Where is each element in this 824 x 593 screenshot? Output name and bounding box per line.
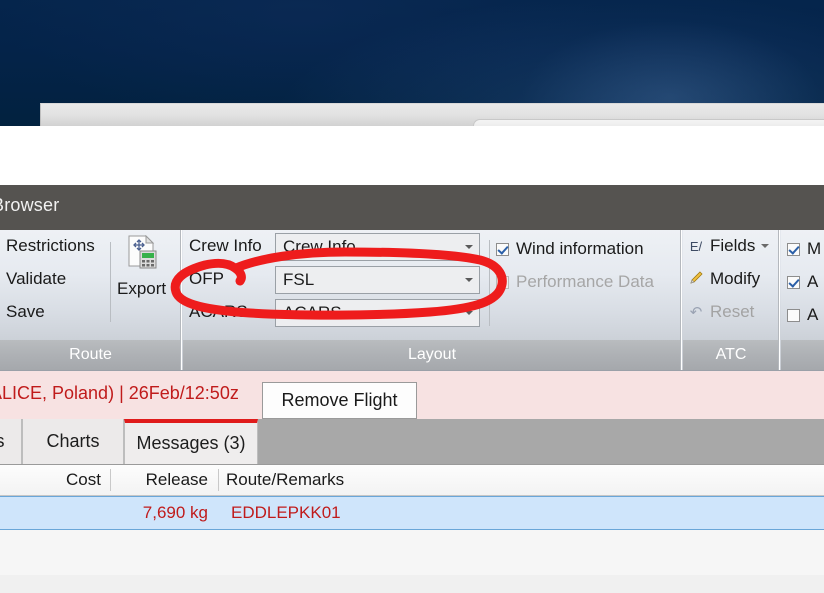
- fields-label: Fields: [710, 236, 756, 255]
- table-header-row: Cost Release Route/Remarks: [0, 465, 824, 496]
- ribbon-separator-1: [181, 230, 182, 370]
- checkbox-box-disabled: [496, 275, 509, 289]
- export-button[interactable]: Export: [117, 279, 166, 299]
- crew-info-combobox-value: Crew Info: [283, 237, 356, 256]
- messages-checkbox-1-label: M: [807, 239, 822, 258]
- messages-checkbox-2-label: A: [807, 272, 819, 291]
- window-title: Browser: [0, 195, 60, 215]
- flight-info-text: ALICE, Poland) | 26Feb/12:50z: [0, 383, 239, 403]
- remove-flight-button[interactable]: Remove Flight: [262, 382, 417, 419]
- messages-checkbox-3-label: A: [807, 305, 819, 324]
- ribbon-separator-3: [779, 230, 780, 370]
- performance-data-checkbox: Performance Data: [496, 272, 654, 292]
- table-empty-area: [0, 531, 824, 575]
- restrictions-button[interactable]: Restrictions: [6, 236, 95, 256]
- fields-icon: E/: [689, 238, 703, 254]
- ribbon-group-layout: Crew Info OFP ACARS Crew Info FSL ACARS: [183, 230, 681, 370]
- screen-root: Browser Restrictions Validate Save: [0, 0, 824, 593]
- column-header-route-remarks[interactable]: Route/Remarks: [219, 465, 519, 495]
- undo-icon: ↶: [689, 304, 703, 321]
- ribbon-group-layout-body: Crew Info OFP ACARS Crew Info FSL ACARS: [183, 230, 681, 340]
- validate-button[interactable]: Validate: [6, 269, 66, 289]
- crew-info-row-label: Crew Info: [189, 236, 262, 255]
- ofp-combobox-value: FSL: [283, 270, 315, 289]
- reset-button: ↶ Reset: [687, 302, 755, 322]
- chevron-down-icon[interactable]: [465, 245, 473, 249]
- acars-combobox-value: ACARS: [283, 303, 342, 322]
- chevron-down-icon[interactable]: [761, 244, 770, 248]
- tab-partial[interactable]: s: [0, 419, 22, 464]
- background-window-body: [0, 126, 824, 185]
- messages-checkbox-2[interactable]: A: [787, 272, 818, 292]
- column-header-cost[interactable]: Cost: [0, 465, 110, 495]
- performance-data-label: Performance Data: [516, 272, 654, 291]
- reset-label: Reset: [710, 302, 755, 321]
- chevron-down-icon[interactable]: [465, 278, 473, 282]
- document-calculator-icon: [126, 234, 158, 269]
- checkbox-box-checked[interactable]: [787, 242, 800, 256]
- ofp-row-label: OFP: [189, 269, 224, 288]
- checkbox-box-checked[interactable]: [496, 242, 509, 256]
- messages-checkbox-1[interactable]: M: [787, 239, 821, 259]
- ribbon-group-route-label: Route: [0, 340, 181, 370]
- modify-label: Modify: [710, 269, 761, 288]
- checkbox-box-checked[interactable]: [787, 275, 800, 289]
- messages-table: Cost Release Route/Remarks 7,690 kg EDDL…: [0, 465, 824, 575]
- ofp-combobox[interactable]: FSL: [275, 266, 480, 294]
- cell-cost: [0, 497, 110, 529]
- cell-release: 7,690 kg: [142, 503, 208, 522]
- wind-information-checkbox[interactable]: Wind information: [496, 239, 644, 259]
- ribbon-group-route-body: Restrictions Validate Save Export: [0, 230, 181, 340]
- ribbon-group-atc-body: E/ Fields Modify ↶ Reset: [683, 230, 779, 340]
- ribbon: Restrictions Validate Save Export Route …: [0, 230, 824, 371]
- ribbon-group-messages: M A A: [781, 230, 824, 370]
- acars-combobox[interactable]: ACARS: [275, 299, 480, 327]
- cell-route-remarks: EDDLEPKK01: [231, 503, 341, 522]
- ribbon-group-layout-label: Layout: [183, 340, 681, 370]
- ribbon-separator-2: [681, 230, 682, 370]
- tab-messages[interactable]: Messages (3): [124, 419, 258, 464]
- wind-information-label: Wind information: [516, 239, 644, 258]
- messages-checkbox-3[interactable]: A: [787, 305, 818, 325]
- pencil-icon: [687, 270, 705, 288]
- table-row[interactable]: 7,690 kg EDDLEPKK01: [0, 496, 824, 530]
- tab-strip: s Charts Messages (3): [0, 419, 824, 465]
- ribbon-group-route: Restrictions Validate Save Export Route: [0, 230, 181, 370]
- checkbox-box-unchecked[interactable]: [787, 308, 800, 322]
- crew-info-combobox[interactable]: Crew Info: [275, 233, 480, 261]
- ribbon-group-atc-label: ATC: [683, 340, 779, 370]
- ribbon-group-messages-label: [781, 340, 824, 370]
- column-header-release[interactable]: Release: [111, 465, 217, 495]
- route-group-divider: [110, 242, 111, 322]
- tab-charts[interactable]: Charts: [22, 419, 124, 464]
- fields-button[interactable]: E/ Fields: [687, 236, 770, 256]
- ribbon-group-atc: E/ Fields Modify ↶ Reset ATC: [683, 230, 779, 370]
- layout-group-divider: [489, 240, 490, 326]
- ribbon-group-messages-body: M A A: [781, 230, 824, 340]
- save-button[interactable]: Save: [6, 302, 45, 322]
- chevron-down-icon[interactable]: [465, 311, 473, 315]
- modify-button[interactable]: Modify: [687, 269, 760, 289]
- acars-row-label: ACARS: [189, 302, 248, 321]
- window-title-bar: Browser: [0, 185, 824, 230]
